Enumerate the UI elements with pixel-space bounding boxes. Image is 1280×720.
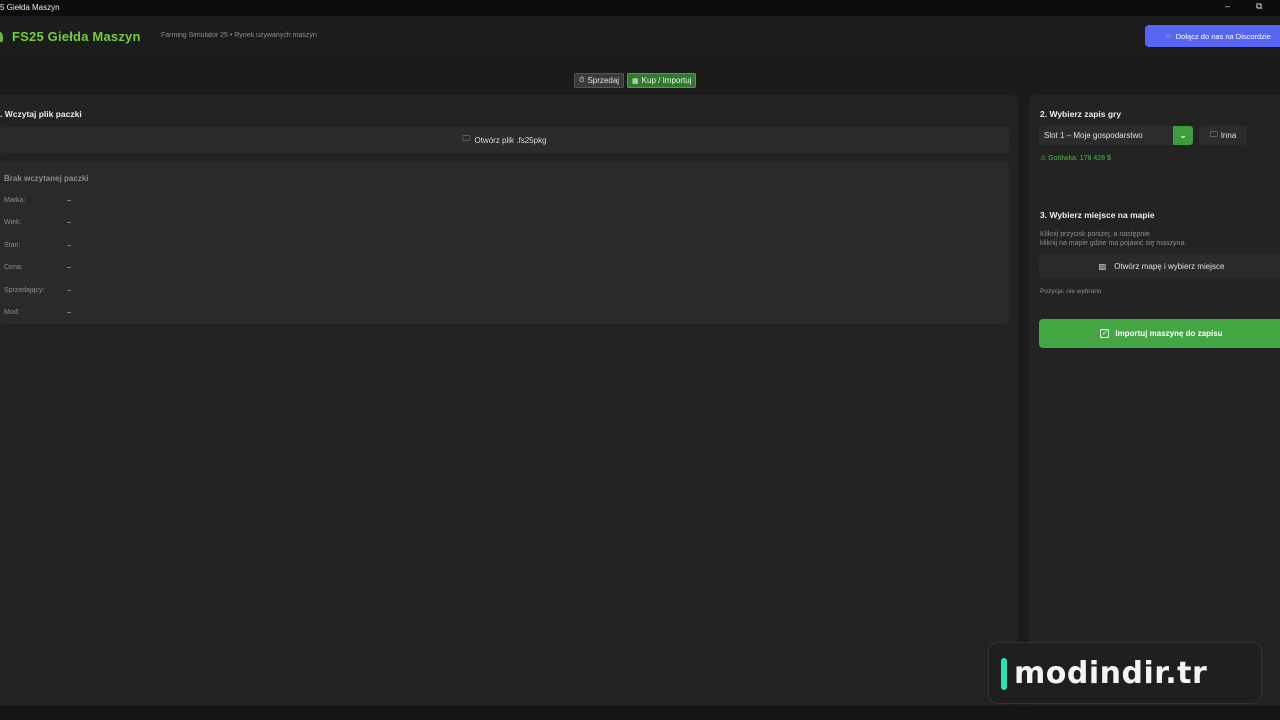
other-save-button[interactable]: 🗀 Inna <box>1199 126 1247 145</box>
title-bar: 5 Giełda Maszyn – ⧉ <box>0 0 1280 16</box>
tab-buy-import[interactable]: ▦ Kup / Importuj <box>627 73 697 88</box>
discord-button[interactable]: ◌ Dołącz do nas na Discordzie <box>1145 25 1280 47</box>
import-panel <box>1029 95 1280 705</box>
map-select-title: 3. Wybierz miejsce na mapie <box>1040 210 1155 220</box>
chart-icon: ▦ <box>632 77 639 85</box>
map-hint: Kliknij przycisk poniżej, a następnie kl… <box>1040 231 1187 247</box>
chat-bubble-icon: ◌ <box>1166 31 1171 41</box>
watermark: modindir.tr <box>988 642 1262 704</box>
load-package-title: . Wczytaj plik paczki <box>0 109 82 119</box>
open-file-label: Otwórz plik .fs25pkg <box>474 135 547 145</box>
folder-icon: 🗀 <box>1209 129 1218 139</box>
tab-sell[interactable]: ⏱ Sprzedaj <box>574 73 625 88</box>
window-title: 5 Giełda Maszyn <box>0 3 60 12</box>
info-row-seller: Sprzedający: – <box>4 287 71 294</box>
tab-sell-label: Sprzedaj <box>587 76 620 85</box>
folder-icon: 🗀 <box>462 134 471 143</box>
info-row-mod: Mod: – <box>4 309 71 316</box>
watermark-text: modindir.tr <box>1014 656 1208 691</box>
map-icon: ▨ <box>1098 261 1107 271</box>
app-subtitle: Farming Simulator 25 • Rynek używanych m… <box>161 32 317 39</box>
watermark-accent-bar <box>1001 658 1007 690</box>
chevron-down-icon[interactable]: ⌄ <box>1173 126 1193 145</box>
app-title: FS25 Giełda Maszyn <box>12 29 141 44</box>
package-info-card: Brak wczytanej paczki Marka: – Wiek: – Sta… <box>0 161 1009 324</box>
info-card-title: Brak wczytanej paczki <box>4 174 89 183</box>
open-map-label: Otwórz mapę i wybierz miejsce <box>1114 261 1225 271</box>
other-save-label: Inna <box>1220 131 1237 140</box>
app-header: FS25 Giełda Maszyn Farming Simulator 25 … <box>0 16 1280 58</box>
discord-button-label: Dołącz do nas na Discordzie <box>1175 31 1271 41</box>
timer-icon: ⏱ <box>579 76 585 84</box>
open-file-button[interactable]: 🗀 Otwórz plik .fs25pkg <box>0 127 1009 153</box>
tab-buy-import-label: Kup / Importuj <box>641 76 692 85</box>
leaf-logo-icon <box>0 32 3 42</box>
maximize-button[interactable]: ⧉ <box>1256 1 1262 12</box>
import-button-label: Importuj maszynę do zapisu <box>1115 329 1223 338</box>
bottom-strip <box>0 706 1280 720</box>
open-map-button[interactable]: ▨ Otwórz mapę i wybierz miejsce <box>1039 254 1280 278</box>
info-row-price: Cena: – <box>4 264 71 271</box>
checkbox-icon: ✓ <box>1100 329 1110 338</box>
info-row-age: Wiek: – <box>4 219 71 226</box>
save-slot-select[interactable]: Slot 1 – Moje gospodarstwo ⌄ <box>1039 126 1193 145</box>
save-select-title: 2. Wybierz zapis gry <box>1040 109 1122 119</box>
minimize-button[interactable]: – <box>1225 1 1230 11</box>
money-icon: ⚠ <box>1040 155 1049 162</box>
info-row-brand: Marka: – <box>4 197 71 204</box>
import-machine-button[interactable]: ✓ Importuj maszynę do zapisu <box>1039 319 1280 348</box>
position-status: Pozycja: nie wybrano <box>1040 288 1102 295</box>
cash-balance: ⚠ Gotówka: 178 428 $ <box>1040 155 1111 162</box>
info-row-condition: Stan: – <box>4 242 71 249</box>
mode-tabs: ⏱ Sprzedaj ▦ Kup / Importuj <box>574 73 697 88</box>
save-slot-value: Slot 1 – Moje gospodarstwo <box>1044 131 1143 140</box>
